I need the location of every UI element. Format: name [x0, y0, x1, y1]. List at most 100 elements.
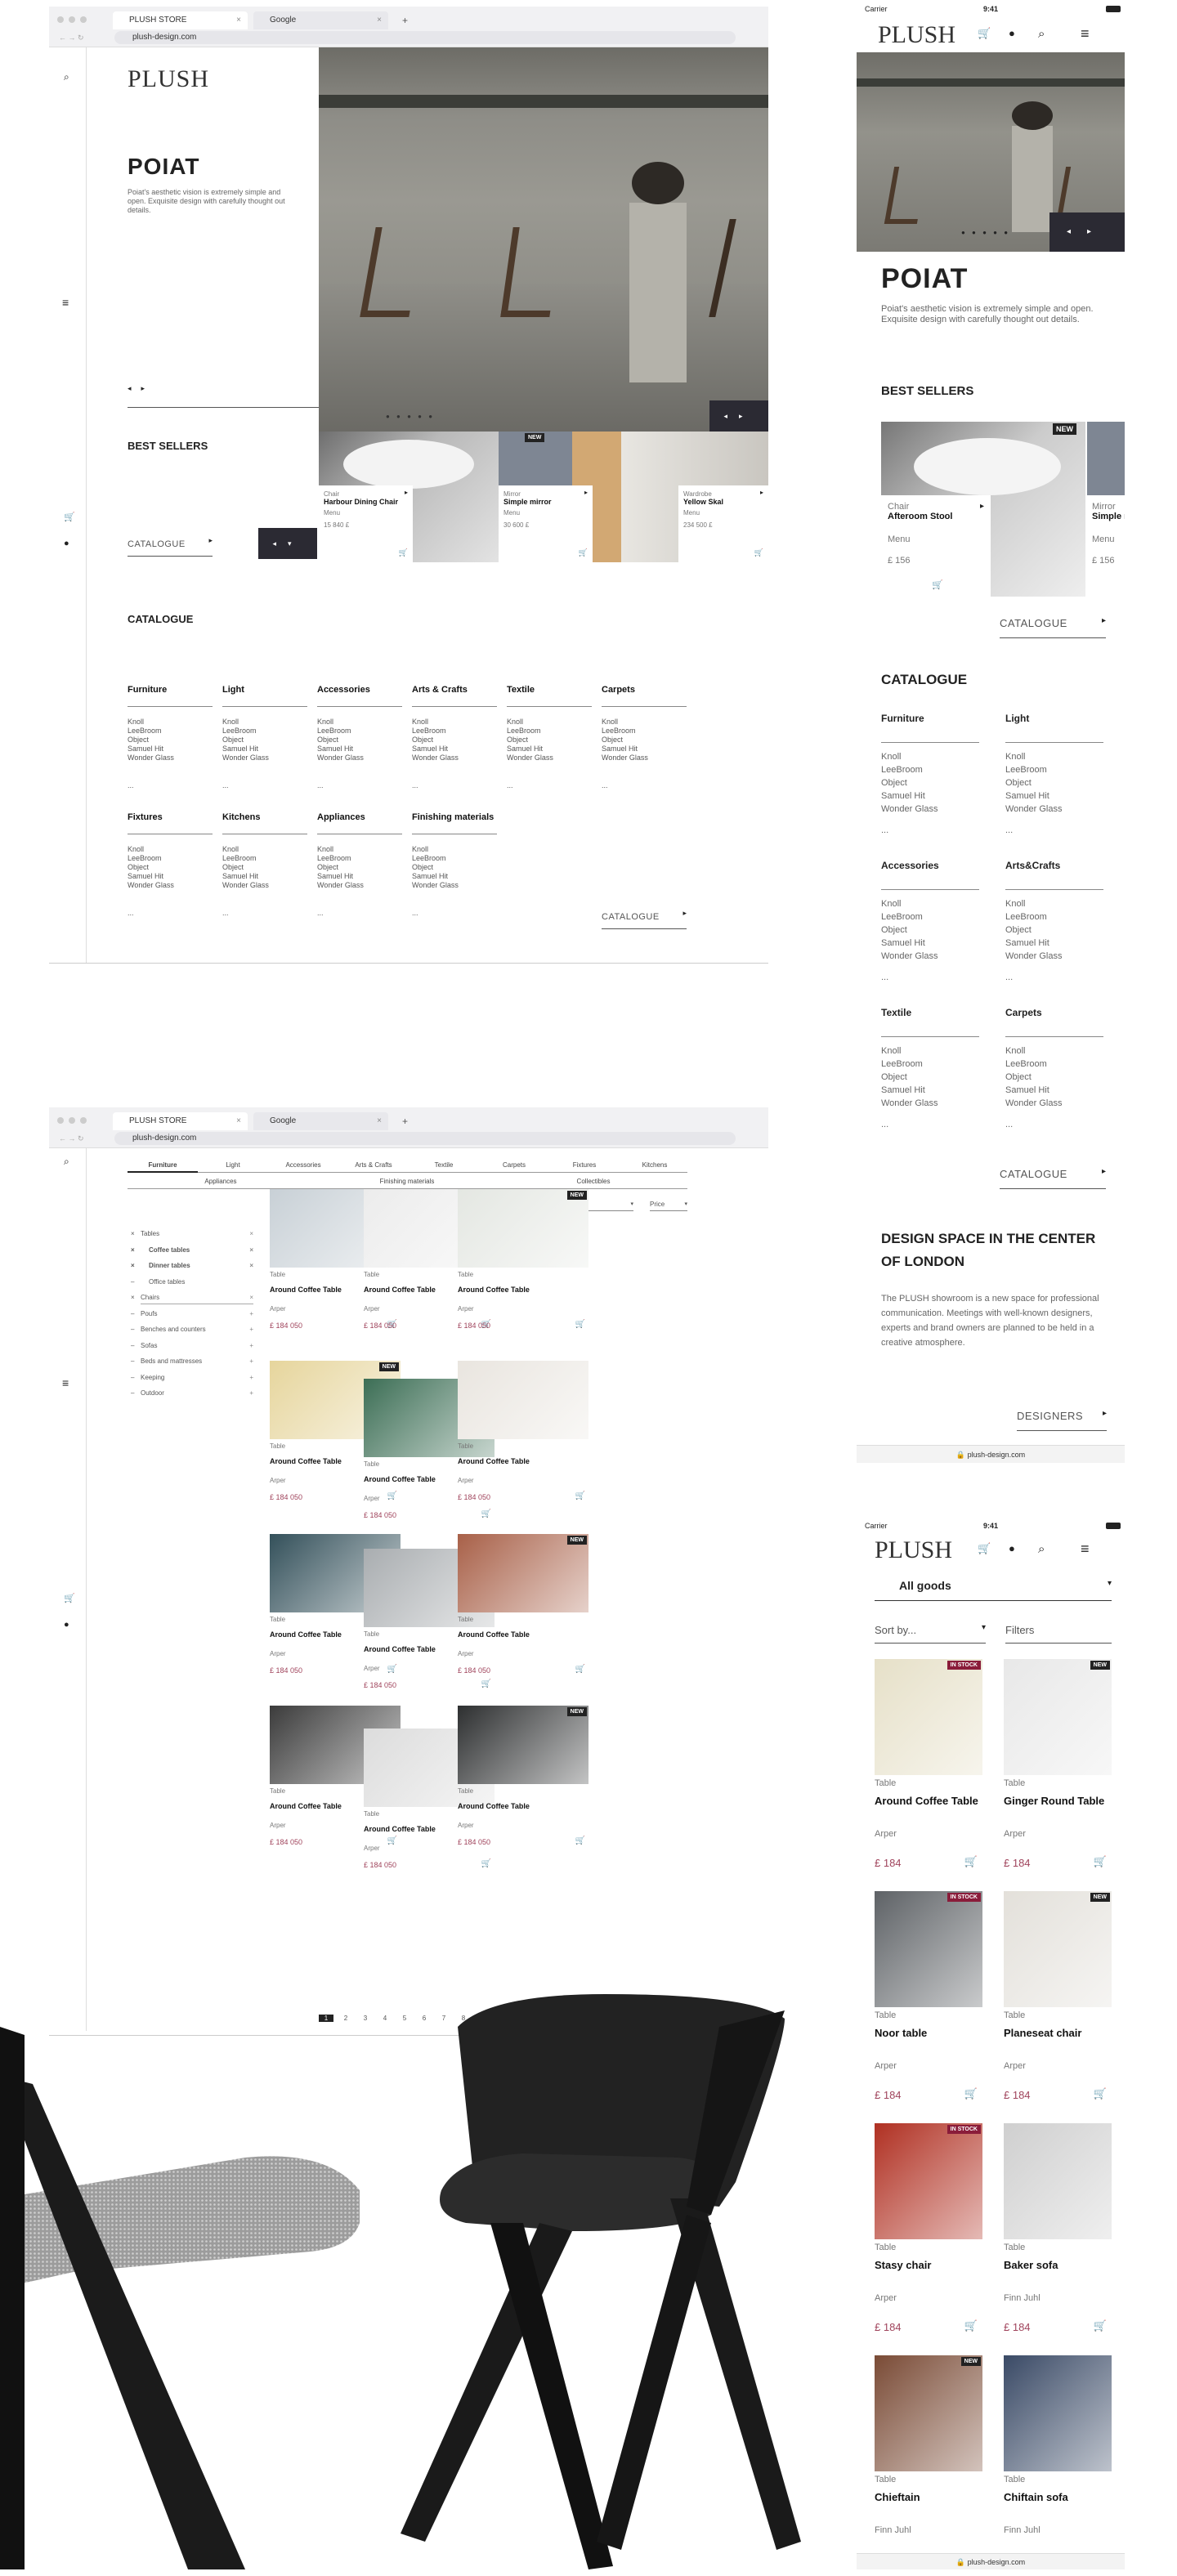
window-max-dot[interactable]	[80, 1117, 87, 1124]
more-link[interactable]: ...	[881, 825, 888, 835]
tab-google[interactable]: Google ×	[253, 1112, 388, 1130]
catalogue-brand-link[interactable]: Knoll	[128, 845, 144, 854]
nav-tab[interactable]: Collectibles	[500, 1178, 687, 1185]
catalogue-brand-link[interactable]: Knoll	[602, 718, 618, 727]
products-nav-buttons[interactable]: ◂▾	[258, 528, 317, 559]
catalogue-category-title[interactable]: Light	[1005, 713, 1029, 724]
product-card[interactable]: Chair Afteroom Stool Menu £ 156 ▸ 🛒	[881, 495, 991, 597]
sidebar-category[interactable]: × Coffee tables ×	[131, 1246, 253, 1254]
plus-icon[interactable]: +	[249, 1310, 253, 1317]
catalogue-brand-link[interactable]: Object	[1005, 778, 1032, 788]
cart-icon[interactable]: 🛒	[978, 1543, 991, 1554]
catalogue-brand-link[interactable]: Knoll	[1005, 1046, 1025, 1056]
search-icon[interactable]: ⌕	[1038, 28, 1045, 40]
catalogue-brand-link[interactable]: Object	[881, 778, 907, 788]
catalogue-brand-link[interactable]: Samuel Hit	[317, 872, 353, 881]
sidebar-category[interactable]: – Outdoor +	[131, 1389, 253, 1397]
product-card[interactable]: NEW Table Ginger Round Table Arper £ 184 🛒	[1004, 1659, 1112, 1880]
catalogue-brand-link[interactable]: Wonder Glass	[881, 804, 938, 814]
catalogue-brand-link[interactable]: LeeBroom	[602, 727, 636, 736]
product-card[interactable]: IN STOCK Table Stasy chair Arper £ 184 🛒	[875, 2123, 982, 2344]
catalogue-brand-link[interactable]: Knoll	[412, 845, 428, 854]
catalogue-brand-link[interactable]: Knoll	[222, 845, 239, 854]
catalogue-brand-link[interactable]: LeeBroom	[881, 912, 923, 922]
cart-icon[interactable]: 🛒	[754, 548, 763, 557]
product-card[interactable]: Mirror Simple m Menu £ 156	[1087, 495, 1125, 597]
window-close-dot[interactable]	[57, 16, 64, 23]
catalogue-brand-link[interactable]: Samuel Hit	[222, 872, 258, 881]
sidebar-category[interactable]: × Chairs ×	[131, 1294, 253, 1301]
catalogue-category-title[interactable]: Accessories	[317, 685, 370, 695]
catalogue-brand-link[interactable]: LeeBroom	[412, 727, 446, 736]
cart-icon[interactable]: 🛒	[579, 548, 588, 557]
catalogue-brand-link[interactable]: Samuel Hit	[128, 872, 163, 881]
nav-tab[interactable]: Finishing materials	[314, 1178, 500, 1185]
catalogue-link[interactable]: CATALOGUE ▸	[1000, 1167, 1106, 1189]
close-icon[interactable]: ×	[131, 1230, 141, 1237]
plus-icon[interactable]: –	[131, 1357, 141, 1365]
sidebar-category[interactable]: – Benches and counters +	[131, 1326, 253, 1333]
catalogue-brand-link[interactable]: Object	[317, 863, 338, 872]
plus-icon[interactable]: –	[131, 1342, 141, 1349]
catalogue-brand-link[interactable]: Object	[128, 863, 149, 872]
catalogue-brand-link[interactable]: Knoll	[881, 752, 901, 762]
window-close-dot[interactable]	[57, 1117, 64, 1124]
nav-tab[interactable]: Appliances	[128, 1178, 314, 1185]
more-link[interactable]: ...	[1005, 1120, 1013, 1129]
catalogue-brand-link[interactable]: Object	[128, 736, 149, 745]
logo[interactable]: PLUSH	[875, 1536, 952, 1564]
catalogue-brand-link[interactable]: Wonder Glass	[317, 881, 364, 890]
window-max-dot[interactable]	[80, 16, 87, 23]
hero-nav-buttons[interactable]: ◂▸	[709, 400, 768, 432]
catalogue-brand-link[interactable]: LeeBroom	[128, 727, 162, 736]
product-card[interactable]: NEW Table Around Coffee Table Arper £ 184 05…	[458, 1706, 588, 1861]
close-icon[interactable]: ×	[236, 1112, 241, 1130]
menu-icon[interactable]: ≡	[62, 297, 69, 308]
sidebar-category[interactable]: – Beds and mattresses +	[131, 1357, 253, 1365]
more-link[interactable]: ...	[128, 909, 134, 918]
catalogue-brand-link[interactable]: Wonder Glass	[412, 754, 459, 763]
catalogue-brand-link[interactable]: Object	[602, 736, 623, 745]
close-icon[interactable]: ×	[377, 1112, 382, 1130]
hero-prev-next[interactable]: ◂▸	[128, 384, 154, 393]
catalogue-brand-link[interactable]: Knoll	[412, 718, 428, 727]
close-icon[interactable]: ×	[249, 1230, 253, 1237]
filter-select[interactable]: Price ▾	[650, 1201, 687, 1211]
catalogue-category-title[interactable]: Arts&Crafts	[1005, 860, 1060, 871]
nav-tab[interactable]: Carpets	[479, 1161, 549, 1169]
product-card[interactable]: IN STOCK Table Noor table Arper £ 184 🛒	[875, 1891, 982, 2112]
catalogue-brand-link[interactable]: Knoll	[128, 718, 144, 727]
nav-tab[interactable]: Light	[198, 1161, 268, 1169]
cart-icon[interactable]: 🛒	[964, 2319, 978, 2332]
cart-icon[interactable]: 🛒	[964, 1855, 978, 1868]
catalogue-brand-link[interactable]: LeeBroom	[222, 854, 257, 863]
search-icon[interactable]: ⌕	[64, 1156, 69, 1166]
arrow-left-icon[interactable]: ◂	[723, 412, 739, 420]
plus-icon[interactable]: +	[249, 1357, 253, 1365]
url-bar[interactable]: plush-design.com	[114, 1132, 736, 1145]
plus-icon[interactable]: +	[249, 1389, 253, 1397]
arrow-right-icon[interactable]: ▸	[141, 384, 155, 392]
catalogue-brand-link[interactable]: Samuel Hit	[128, 745, 163, 754]
sidebar-category[interactable]: – Poufs +	[131, 1310, 253, 1317]
catalogue-brand-link[interactable]: LeeBroom	[881, 1059, 923, 1069]
tab-plush-store[interactable]: PLUSH STORE ×	[113, 11, 248, 29]
catalogue-category-title[interactable]: Finishing materials	[412, 812, 494, 822]
catalogue-brand-link[interactable]: Knoll	[507, 718, 523, 727]
arrow-left-icon[interactable]: ◂	[272, 539, 288, 548]
catalogue-brand-link[interactable]: Object	[507, 736, 528, 745]
catalogue-category-title[interactable]: Furniture	[881, 713, 924, 724]
product-card[interactable]: Mirror Simple mirror Menu 30 600 £ ▸ 🛒	[499, 485, 593, 562]
catalogue-category-title[interactable]: Appliances	[317, 812, 365, 822]
close-icon[interactable]: ×	[131, 1246, 141, 1254]
cart-icon[interactable]: 🛒	[1094, 2319, 1107, 2332]
cart-icon[interactable]: 🛒	[978, 28, 991, 38]
catalogue-brand-link[interactable]: LeeBroom	[317, 727, 351, 736]
catalogue-category-title[interactable]: Kitchens	[222, 812, 260, 822]
arrow-right-icon[interactable]: ▸	[584, 489, 588, 496]
catalogue-brand-link[interactable]: Wonder Glass	[881, 951, 938, 961]
catalogue-category-title[interactable]: Furniture	[128, 685, 167, 695]
cart-icon[interactable]: 🛒	[575, 1665, 585, 1674]
catalogue-brand-link[interactable]: LeeBroom	[1005, 1059, 1047, 1069]
nav-tab[interactable]: Textile	[409, 1161, 479, 1169]
